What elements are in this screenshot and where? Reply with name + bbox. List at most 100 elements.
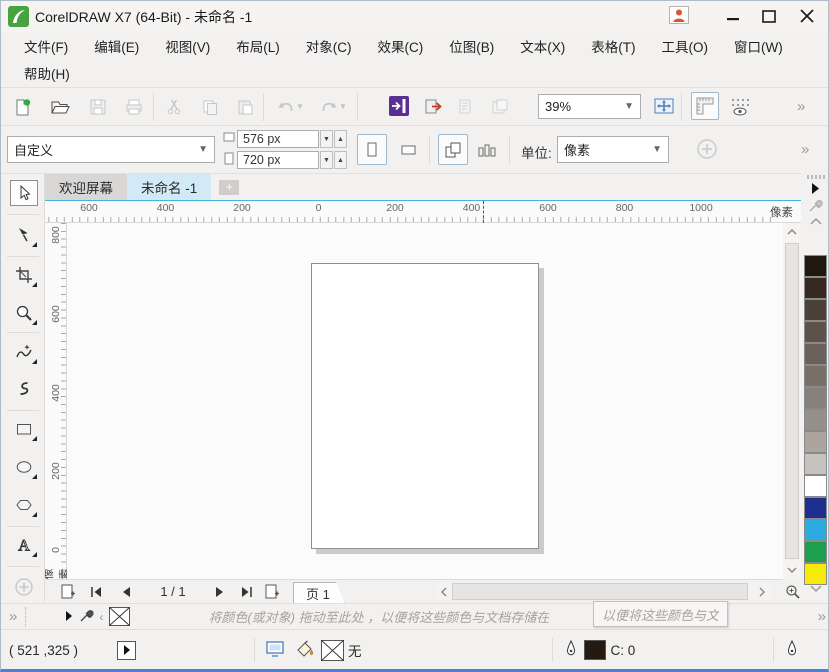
palette-scroll-down-button[interactable] (801, 585, 829, 592)
publish-pdf-button[interactable] (453, 94, 479, 120)
vertical-scroll-thumb[interactable] (785, 243, 799, 559)
all-pages-layout-button[interactable] (438, 134, 468, 165)
menu-layout[interactable]: 布局(L) (223, 32, 293, 59)
menu-edit[interactable]: 编辑(E) (81, 32, 152, 59)
maximize-button[interactable] (754, 5, 784, 27)
docpalette-scroll-left[interactable]: ‹ (99, 610, 103, 624)
docpalette-eyedropper-icon[interactable] (79, 607, 95, 626)
zoom-level-combobox[interactable]: 39% ▼ (538, 94, 641, 119)
color-swatch[interactable] (804, 519, 827, 541)
menu-object[interactable]: 对象(C) (293, 32, 365, 59)
scroll-down-button[interactable] (783, 561, 801, 579)
palette-flyout-button[interactable] (801, 181, 829, 195)
navigator-zoom-button[interactable] (783, 579, 801, 603)
menu-effects[interactable]: 效果(C) (365, 32, 437, 59)
docpalette-left-chevron[interactable]: » (9, 608, 15, 625)
scroll-right-button[interactable] (753, 584, 771, 599)
menu-table[interactable]: 表格(T) (578, 32, 648, 59)
menu-file[interactable]: 文件(F) (11, 32, 81, 59)
text-tool[interactable]: A (10, 532, 38, 558)
docpalette-no-color-swatch[interactable] (109, 607, 130, 626)
toolbar-overflow-chevron[interactable]: » (797, 98, 803, 115)
color-swatch[interactable] (804, 541, 827, 563)
color-swatch[interactable] (804, 387, 827, 409)
open-button[interactable] (47, 94, 73, 120)
tab-untitled-document[interactable]: 未命名 -1 (127, 174, 211, 200)
docpalette-flyout-button[interactable] (65, 609, 73, 624)
spin-up-button[interactable]: ▲ (334, 151, 347, 169)
add-tool-button[interactable] (10, 574, 38, 600)
tab-welcome-screen[interactable]: 欢迎屏幕 (45, 174, 127, 200)
minimize-button[interactable] (718, 5, 748, 27)
outline-color-swatch[interactable] (584, 640, 606, 660)
units-combobox[interactable]: 像素 ▼ (557, 136, 669, 163)
import-button[interactable] (386, 93, 412, 119)
pick-tool[interactable] (10, 180, 38, 206)
landscape-orientation-button[interactable] (395, 136, 423, 164)
add-preset-button[interactable] (696, 138, 718, 163)
menu-window[interactable]: 窗口(W) (721, 32, 796, 59)
color-swatch[interactable] (804, 255, 827, 277)
color-proof-monitor-icon[interactable] (265, 640, 285, 661)
vertical-scrollbar[interactable] (783, 223, 801, 579)
fill-bucket-icon[interactable] (295, 640, 315, 661)
add-page-before-button[interactable] (57, 582, 79, 602)
save-button[interactable] (85, 94, 111, 120)
show-rulers-button[interactable] (691, 92, 719, 120)
color-swatch[interactable] (804, 321, 827, 343)
color-swatch[interactable] (804, 431, 827, 453)
user-account-button[interactable] (669, 6, 689, 27)
cut-button[interactable] (161, 94, 187, 120)
color-swatch[interactable] (804, 563, 827, 585)
propbar-overflow-chevron[interactable]: » (801, 141, 807, 158)
fill-color-swatch[interactable] (321, 640, 344, 661)
new-document-button[interactable] (9, 94, 35, 120)
rectangle-tool[interactable] (10, 416, 38, 442)
freehand-tool[interactable] (10, 339, 38, 365)
menu-help[interactable]: 帮助(H) (11, 59, 83, 86)
first-page-button[interactable] (85, 582, 107, 602)
horizontal-scroll-thumb[interactable] (452, 583, 748, 600)
polygon-tool[interactable] (10, 492, 38, 518)
export-button[interactable] (421, 94, 447, 120)
color-swatch[interactable] (804, 497, 827, 519)
page-height-field[interactable]: 720 px ▼ ▲ (237, 151, 347, 169)
object-details-flyout-button[interactable] (117, 641, 136, 660)
artistic-media-tool[interactable] (10, 376, 38, 402)
color-swatch[interactable] (804, 453, 827, 475)
app-launcher-button[interactable] (487, 94, 513, 120)
shape-tool[interactable] (10, 222, 38, 248)
palette-eyedropper-icon[interactable] (801, 195, 829, 215)
document-page[interactable] (311, 263, 539, 549)
horizontal-ruler[interactable]: 60040020002004006008001000 像素 (45, 201, 801, 223)
scroll-up-button[interactable] (783, 223, 801, 241)
menu-view[interactable]: 视图(V) (152, 32, 223, 59)
color-swatch[interactable] (804, 277, 827, 299)
docpalette-right-chevron[interactable]: » (818, 608, 824, 625)
new-document-tab-button[interactable]: + (219, 180, 239, 195)
fullscreen-preview-button[interactable] (651, 94, 677, 120)
zoom-tool[interactable] (10, 300, 38, 326)
outline-pen-icon[interactable] (563, 640, 579, 661)
previous-page-button[interactable] (115, 582, 137, 602)
palette-scroll-up-button[interactable] (801, 215, 829, 227)
close-button[interactable] (792, 5, 822, 27)
portrait-orientation-button[interactable] (357, 134, 387, 165)
spin-down-button[interactable]: ▼ (320, 151, 333, 169)
redo-dropdown-arrow[interactable]: ▼ (339, 102, 347, 111)
menu-text[interactable]: 文本(X) (507, 32, 578, 59)
drawing-canvas[interactable] (67, 223, 783, 579)
page-1-tab[interactable]: 页 1 (293, 582, 345, 604)
undo-dropdown-arrow[interactable]: ▼ (296, 102, 304, 111)
add-page-after-button[interactable] (261, 582, 283, 602)
scroll-left-button[interactable] (435, 584, 453, 599)
color-swatch[interactable] (804, 343, 827, 365)
show-grid-button[interactable] (727, 94, 753, 120)
current-page-layout-button[interactable] (473, 136, 501, 164)
color-swatch[interactable] (804, 365, 827, 387)
spin-down-button[interactable]: ▼ (320, 130, 333, 148)
menu-bitmaps[interactable]: 位图(B) (436, 32, 507, 59)
palette-drag-grip[interactable] (807, 175, 825, 179)
color-swatch[interactable] (804, 475, 827, 497)
page-width-field[interactable]: 576 px ▼ ▲ (237, 130, 347, 148)
